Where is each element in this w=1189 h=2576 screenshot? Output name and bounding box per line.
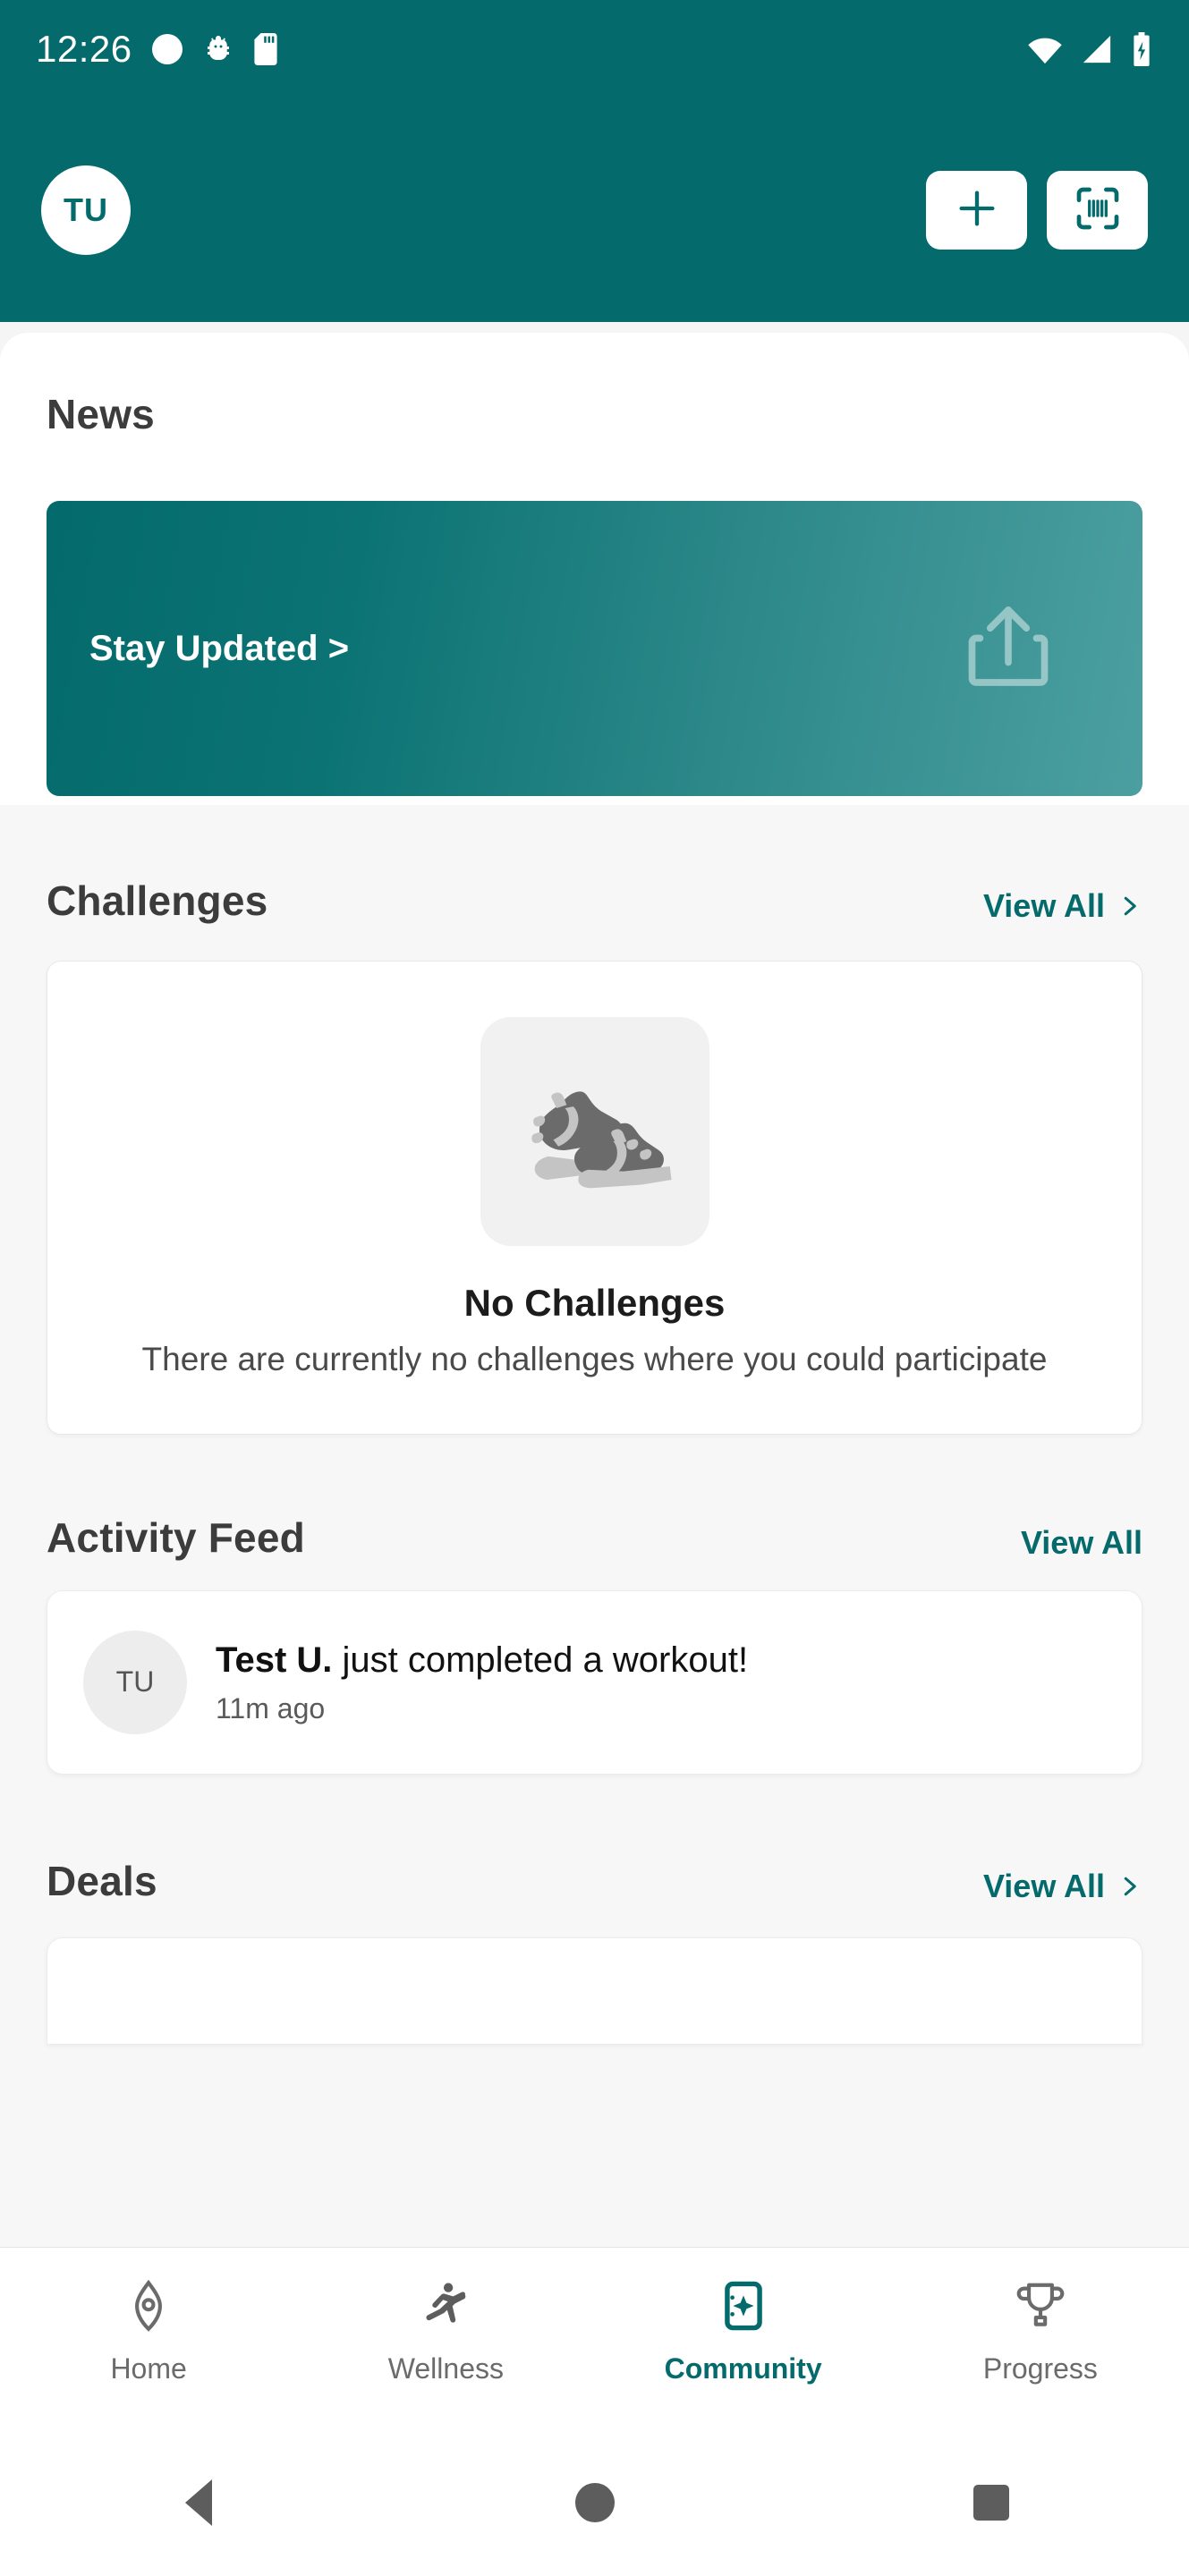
news-section: News Stay Updated > xyxy=(0,333,1189,805)
news-wrapper: News Stay Updated > xyxy=(0,333,1189,796)
activity-feed-header: Activity Feed View All xyxy=(0,1513,1189,1562)
android-debug-icon xyxy=(202,33,234,65)
status-bar: 12:26 xyxy=(0,0,1189,98)
recents-square-icon xyxy=(972,2484,1009,2521)
sd-card-icon xyxy=(254,33,277,65)
nav-item-progress[interactable]: Progress xyxy=(892,2278,1189,2385)
status-bar-right xyxy=(1026,32,1153,66)
activity-feed-view-all-link[interactable]: View All xyxy=(1021,1524,1142,1562)
add-button[interactable] xyxy=(926,171,1027,250)
nav-item-community[interactable]: Community xyxy=(595,2278,892,2385)
challenges-empty-title: No Challenges xyxy=(463,1282,726,1324)
scan-button[interactable] xyxy=(1047,171,1148,250)
avatar-initials: TU xyxy=(115,1665,155,1699)
circle-icon xyxy=(151,34,183,64)
sneakers-icon xyxy=(480,1017,709,1246)
barcode-scan-icon xyxy=(1073,183,1123,238)
challenges-view-all-link[interactable]: View All xyxy=(983,887,1142,925)
nav-item-home[interactable]: Home xyxy=(0,2278,297,2385)
avatar: TU xyxy=(83,1630,187,1734)
app-bar-actions xyxy=(926,171,1148,250)
home-marker-icon xyxy=(121,2278,176,2338)
news-title: News xyxy=(47,391,155,437)
avatar[interactable]: TU xyxy=(41,165,131,255)
bottom-navigation: Home Wellness Community Progress xyxy=(0,2247,1189,2428)
status-bar-clock: 12:26 xyxy=(36,28,132,70)
plus-icon xyxy=(954,185,1000,236)
challenges-view-all-label: View All xyxy=(982,887,1105,924)
challenges-section: Challenges View All No Challenges There … xyxy=(0,805,1189,1435)
community-screen-icon xyxy=(716,2278,771,2338)
person-activity-icon xyxy=(418,2278,473,2338)
deals-view-all-label: View All xyxy=(982,1867,1105,1904)
deals-section: Deals View All xyxy=(0,1775,1189,2045)
nav-label-progress: Progress xyxy=(982,2352,1098,2385)
wifi-icon xyxy=(1026,34,1064,64)
news-card-label: Stay Updated > xyxy=(89,628,350,668)
nav-label-home: Home xyxy=(110,2352,187,2385)
nav-label-wellness: Wellness xyxy=(387,2352,504,2385)
home-circle-icon xyxy=(574,2482,615,2522)
status-bar-left: 12:26 xyxy=(36,28,277,71)
trophy-icon xyxy=(1013,2278,1068,2338)
cell-signal-icon xyxy=(1080,34,1114,64)
activity-feed-view-all-label: View All xyxy=(1020,1523,1142,1561)
android-home-button[interactable] xyxy=(396,2482,793,2522)
challenges-empty-subtitle: There are currently no challenges where … xyxy=(141,1341,1048,1377)
deals-header: Deals View All xyxy=(0,1857,1189,1905)
android-system-nav xyxy=(0,2428,1189,2576)
activity-item-time: 11m ago xyxy=(216,1692,326,1725)
deals-title: Deals xyxy=(47,1857,157,1904)
battery-charging-icon xyxy=(1130,32,1153,66)
challenges-header: Challenges View All xyxy=(0,877,1189,925)
app-bar: TU xyxy=(0,98,1189,322)
app-screen: 12:26 TU News Stay Updated > Challenges … xyxy=(0,0,1189,2576)
content-sheet[interactable]: News Stay Updated > Challenges View All … xyxy=(0,333,1189,2277)
activity-item-author: Test U. xyxy=(216,1640,333,1681)
deal-card[interactable] xyxy=(47,1936,1142,2045)
android-recents-button[interactable] xyxy=(793,2484,1189,2521)
news-card[interactable]: Stay Updated > xyxy=(47,501,1142,796)
chevron-right-icon xyxy=(1116,1873,1142,1900)
back-triangle-icon xyxy=(184,2479,212,2526)
share-upload-icon xyxy=(960,597,1057,701)
chevron-right-icon xyxy=(1116,893,1142,919)
challenges-title: Challenges xyxy=(47,877,268,924)
list-item[interactable]: TU Test U. just completed a workout! 11m… xyxy=(47,1589,1142,1775)
activity-feed-section: Activity Feed View All TU Test U. just c… xyxy=(0,1435,1189,1775)
activity-item-text: Test U. just completed a workout! xyxy=(216,1639,748,1682)
android-back-button[interactable] xyxy=(0,2479,396,2526)
activity-feed-title: Activity Feed xyxy=(47,1513,305,1561)
nav-item-wellness[interactable]: Wellness xyxy=(297,2278,594,2385)
activity-item-body: Test U. just completed a workout! 11m ag… xyxy=(216,1639,748,1725)
nav-label-community: Community xyxy=(664,2352,822,2385)
challenges-empty-card: No Challenges There are currently no cha… xyxy=(47,961,1142,1435)
avatar-initials: TU xyxy=(64,191,108,228)
activity-item-action: just completed a workout! xyxy=(332,1640,749,1681)
deals-view-all-link[interactable]: View All xyxy=(983,1868,1142,1905)
